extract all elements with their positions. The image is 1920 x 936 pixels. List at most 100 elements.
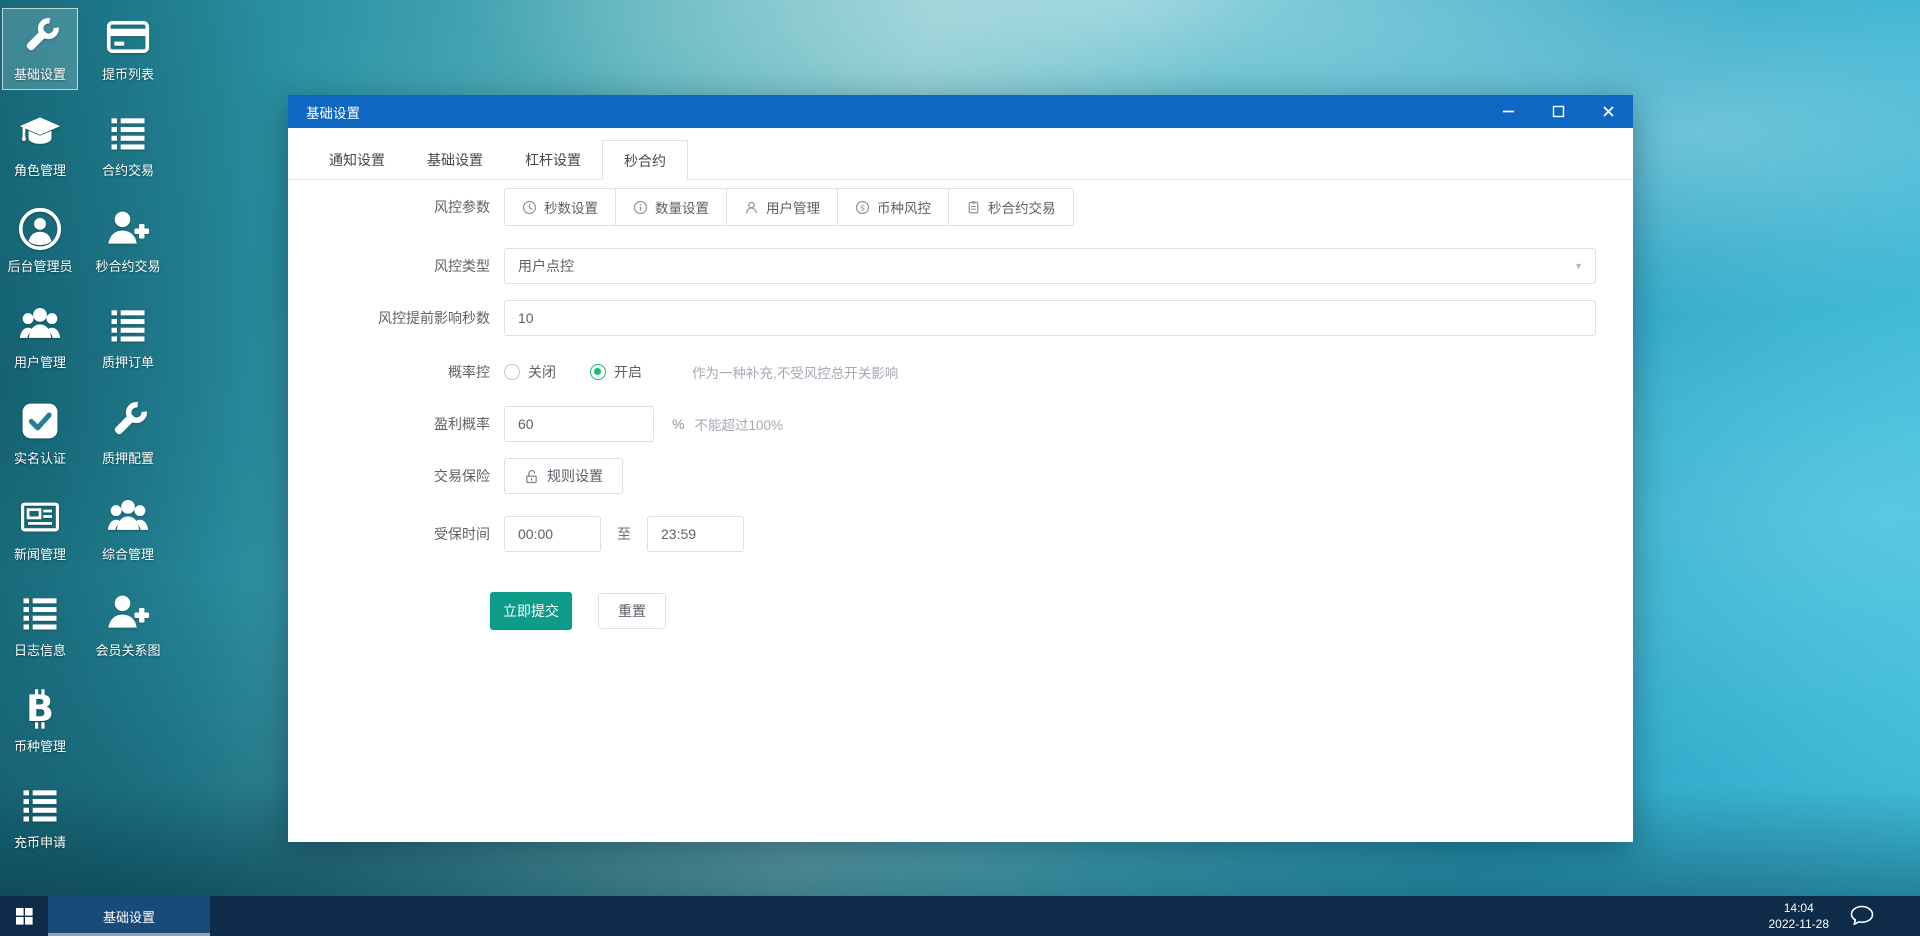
second-contract-trade-button[interactable]: 秒合约交易: [948, 188, 1074, 226]
desktop-icon-basic-settings[interactable]: 基础设置: [2, 8, 78, 90]
user-plus-icon: [108, 595, 150, 628]
profit-probability-input[interactable]: [504, 406, 654, 442]
desktop-icon-admin-management[interactable]: 后台管理员: [2, 200, 78, 282]
desktop-icon-pledge-orders[interactable]: 质押订单: [90, 296, 166, 378]
users-icon: [107, 500, 149, 530]
risk-params-button-group: 秒数设置 数量设置 用户管理 $ 币种风控 秒合约交易: [504, 188, 1074, 226]
desktop-icon-user-management[interactable]: 用户管理: [2, 296, 78, 378]
desktop-icon-label: 后台管理员: [7, 259, 73, 274]
window-title: 基础设置: [306, 105, 360, 121]
info-icon: [633, 200, 648, 214]
desktop-icon-coin-management[interactable]: B 币种管理: [2, 680, 78, 762]
user-icon: [746, 201, 757, 213]
probability-control-label: 概率控: [448, 364, 490, 380]
minimize-button[interactable]: [1497, 101, 1519, 123]
newspaper-icon: [20, 502, 60, 532]
probability-on-radio[interactable]: 开启: [590, 362, 642, 382]
advance-seconds-label: 风控提前影响秒数: [378, 310, 490, 326]
desktop-icon-second-contract-trading[interactable]: 秒合约交易: [90, 200, 166, 282]
svg-text:$: $: [860, 203, 865, 212]
insured-time-from-input[interactable]: [504, 516, 601, 552]
system-tray: 14:04 2022-11-28: [1769, 896, 1876, 936]
svg-text:B: B: [26, 687, 54, 730]
trade-insurance-label: 交易保险: [434, 468, 490, 484]
check-square-icon: [22, 403, 58, 439]
reset-button[interactable]: 重置: [598, 593, 666, 629]
desktop-icon-label: 质押订单: [101, 355, 154, 370]
desktop-icon-withdraw-list[interactable]: 提币列表: [90, 8, 166, 90]
wrench-icon: [114, 402, 147, 435]
tab-notification-settings[interactable]: 通知设置: [308, 140, 406, 180]
risk-type-value: 用户点控: [518, 258, 574, 274]
lock-open-icon: [526, 469, 537, 483]
radio-circle-icon: [504, 364, 520, 380]
desktop-icon-label: 提币列表: [101, 67, 154, 82]
close-button[interactable]: [1597, 101, 1619, 123]
desktop-icon-news-management[interactable]: 新闻管理: [2, 488, 78, 570]
list-icon: [111, 310, 145, 342]
window-titlebar: 基础设置: [288, 95, 1633, 128]
desktop-icon-pledge-config[interactable]: 质押配置: [90, 392, 166, 474]
users-icon: [19, 308, 61, 338]
time-separator: 至: [617, 526, 631, 542]
document-icon: [968, 200, 979, 213]
user-plus-icon: [108, 211, 150, 244]
user-management-button[interactable]: 用户管理: [726, 188, 838, 226]
desktop-icon-deposit-request[interactable]: 充币申请: [2, 776, 78, 858]
insured-time-to-input[interactable]: [647, 516, 744, 552]
graduation-cap-icon: [19, 117, 61, 144]
maximize-button[interactable]: [1547, 101, 1569, 123]
submit-button[interactable]: 立即提交: [490, 592, 572, 630]
list-icon: [23, 598, 57, 630]
desktop-icon-label: 合约交易: [101, 163, 154, 178]
desktop-icon-label: 角色管理: [13, 163, 66, 178]
clock-icon: [522, 200, 537, 214]
desktop-icon-label: 币种管理: [13, 739, 66, 754]
tab-basic-settings[interactable]: 基础设置: [406, 140, 504, 180]
probability-off-radio[interactable]: 关闭: [504, 362, 556, 382]
desktop-icon-general-management[interactable]: 综合管理: [90, 488, 166, 570]
desktop-icon-label: 会员关系图: [95, 643, 161, 658]
tab-leverage-settings[interactable]: 杠杆设置: [504, 140, 602, 180]
desktop-icon-label: 秒合约交易: [95, 259, 161, 274]
card-icon: [106, 20, 150, 54]
clock-time: 14:04: [1783, 900, 1814, 915]
chat-bubble-icon[interactable]: [1849, 904, 1875, 928]
advance-seconds-input[interactable]: [504, 300, 1596, 336]
profit-probability-label: 盈利概率: [434, 416, 490, 432]
settings-tabs: 通知设置 基础设置 杠杆设置 秒合约: [288, 128, 1633, 180]
dollar-icon: $: [855, 200, 870, 214]
list-icon: [23, 790, 57, 822]
risk-params-label: 风控参数: [434, 199, 490, 215]
desktop-icon-identity-verification[interactable]: 实名认证: [2, 392, 78, 474]
desktop-icon-role-management[interactable]: 角色管理: [2, 104, 78, 186]
desktop-icon-label: 充币申请: [13, 835, 66, 850]
rule-settings-button[interactable]: 规则设置: [504, 458, 623, 494]
percent-suffix: %: [672, 416, 685, 432]
tab-second-contract[interactable]: 秒合约: [602, 140, 688, 180]
wrench-icon: [26, 18, 59, 51]
settings-window: 基础设置 通知设置 基础设置 杠杆设置 秒合约 风控参数 秒数设置 数量设置 用…: [288, 95, 1633, 842]
start-button[interactable]: [0, 896, 48, 936]
taskbar-clock[interactable]: 14:04 2022-11-28: [1769, 900, 1830, 932]
desktop-icon-log-info[interactable]: 日志信息: [2, 584, 78, 666]
seconds-settings-button[interactable]: 秒数设置: [504, 188, 616, 226]
insured-time-label: 受保时间: [434, 526, 490, 542]
clock-date: 2022-11-28: [1768, 917, 1830, 931]
desktop-icon-label: 综合管理: [101, 547, 154, 562]
taskbar-item-basic-settings[interactable]: 基础设置: [48, 896, 210, 936]
taskbar: 基础设置 14:04 2022-11-28: [0, 896, 1920, 936]
desktop-icon-contract-trading[interactable]: 合约交易: [90, 104, 166, 186]
bitcoin-icon: B: [26, 687, 54, 730]
risk-type-select[interactable]: 用户点控 ▼: [504, 248, 1596, 284]
user-circle-icon: [18, 207, 62, 251]
radio-circle-icon: [590, 364, 606, 380]
second-contract-form: 风控参数 秒数设置 数量设置 用户管理 $ 币种风控 秒合约交易 风控类型 用户…: [288, 180, 1633, 630]
list-icon: [111, 118, 145, 150]
desktop-icon-member-relation-graph[interactable]: 会员关系图: [90, 584, 166, 666]
coin-risk-button[interactable]: $ 币种风控: [837, 188, 949, 226]
chevron-down-icon: ▼: [1574, 261, 1583, 271]
quantity-settings-button[interactable]: 数量设置: [615, 188, 727, 226]
probability-hint: 作为一种补充,不受风控总开关影响: [692, 366, 899, 381]
profit-hint: 不能超过100%: [694, 418, 783, 433]
